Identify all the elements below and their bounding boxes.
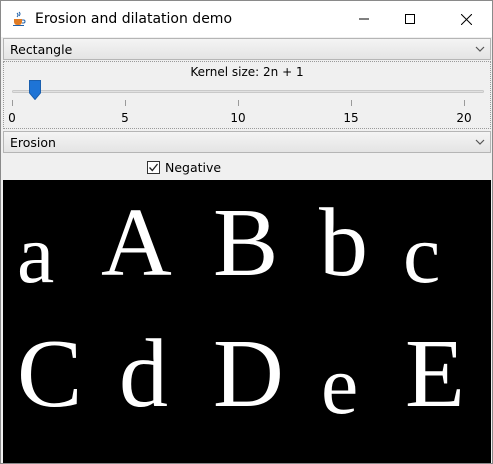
structuring-element-value: Rectangle (10, 41, 73, 57)
slider-tick-label: 5 (121, 111, 129, 125)
java-cup-icon (11, 11, 27, 27)
chevron-down-icon[interactable] (472, 39, 488, 59)
minimize-button[interactable] (341, 1, 387, 37)
app-window: Erosion and dilatation demo Rectangle Ke… (0, 0, 493, 464)
title-bar[interactable]: Erosion and dilatation demo (1, 1, 492, 37)
slider-tick-label: 20 (456, 111, 472, 125)
operation-value: Erosion (10, 134, 56, 150)
operation-combo[interactable]: Erosion (3, 131, 491, 153)
negative-checkbox[interactable] (147, 160, 160, 174)
structuring-element-combo[interactable]: Rectangle (3, 38, 491, 60)
maximize-button[interactable] (387, 1, 433, 37)
checkmark-icon (149, 163, 159, 171)
slider-tick (351, 100, 352, 106)
negative-checkbox-row[interactable]: Negative (147, 157, 221, 177)
preview-glyph: C (17, 320, 83, 428)
preview-glyph: D (213, 320, 284, 428)
slider-tick (464, 100, 465, 106)
slider-tick-label: 15 (343, 111, 359, 125)
window-title: Erosion and dilatation demo (35, 11, 233, 27)
slider-tick (12, 100, 13, 106)
kernel-size-slider-thumb[interactable] (28, 80, 41, 101)
preview-glyph: c (403, 208, 441, 301)
chevron-down-icon[interactable] (472, 132, 488, 152)
slider-tick (125, 100, 126, 106)
preview-glyph: A (101, 189, 172, 297)
kernel-size-slider-track[interactable] (12, 90, 484, 93)
close-icon (460, 13, 472, 25)
preview-glyph: E (405, 320, 465, 428)
close-button[interactable] (443, 1, 489, 37)
preview-glyph: B (213, 189, 279, 297)
preview-glyph: b (319, 189, 368, 297)
slider-tick (238, 100, 239, 106)
negative-checkbox-label: Negative (165, 159, 222, 175)
slider-tick-label: 10 (230, 111, 246, 125)
kernel-size-panel: Kernel size: 2n + 1 0 5 10 15 20 (3, 61, 491, 129)
preview-glyph: a (17, 208, 55, 301)
preview-glyph: d (119, 320, 168, 428)
slider-tick-label: 0 (8, 111, 16, 125)
kernel-size-label: Kernel size: 2n + 1 (190, 65, 304, 79)
minimize-icon (359, 18, 369, 20)
preview-glyph: e (321, 339, 359, 432)
preview-image: a A B b c C d D e E (3, 180, 491, 463)
maximize-icon (405, 14, 415, 24)
